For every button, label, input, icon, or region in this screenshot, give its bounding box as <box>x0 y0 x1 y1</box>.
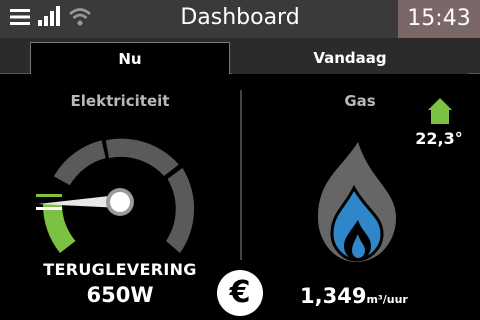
gas-flame-icon <box>318 142 396 262</box>
clock: 15:43 <box>398 0 480 38</box>
gauge-hub-inner <box>110 192 130 212</box>
page-title: Dashboard <box>180 5 300 30</box>
signal-icon <box>38 6 60 30</box>
menu-icon[interactable] <box>10 8 30 30</box>
tab-nu[interactable]: Nu <box>30 42 230 74</box>
gauge-arc-active <box>42 204 76 253</box>
status-icons <box>10 6 92 30</box>
gauge-arc-top <box>105 138 179 176</box>
wifi-icon <box>68 6 92 30</box>
electricity-title: Elektriciteit <box>70 92 170 110</box>
electricity-mode: TERUGLEVERING <box>43 260 197 279</box>
gas-title: Gas <box>344 92 376 110</box>
section-divider <box>240 90 242 260</box>
gas-flow-value: 1,349 <box>300 284 367 308</box>
gas-flow-unit: m³/uur <box>366 293 408 306</box>
electricity-gauge <box>36 138 195 253</box>
gauge-tick-upper <box>36 194 62 197</box>
gauge-arc-right <box>166 168 195 253</box>
tab-active-gap <box>31 73 229 74</box>
house-icon <box>428 98 452 124</box>
electricity-power: 650W <box>86 283 154 307</box>
gauge-tick-lower <box>36 207 62 210</box>
tab-vandaag[interactable]: Vandaag <box>232 42 468 74</box>
gas-flow: 1,349m³/uur <box>300 284 460 308</box>
cost-button[interactable]: € <box>217 270 263 316</box>
gauge-arc-left <box>53 140 106 186</box>
indoor-temperature: 22,3° <box>415 129 463 148</box>
